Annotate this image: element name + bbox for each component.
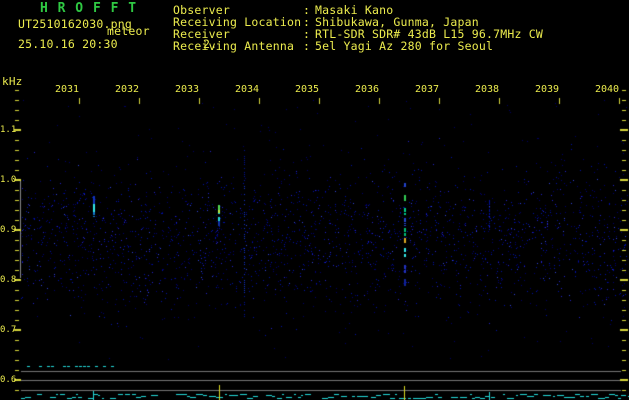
- freq-tick-0-7: 0.7: [0, 325, 17, 335]
- freq-tick-0-6: 0.6: [0, 375, 17, 385]
- app-title: H R O F F T: [40, 1, 138, 16]
- separator: :: [303, 39, 311, 53]
- freq-axis-unit: kHz: [2, 75, 23, 88]
- freq-tick-1-1: 1.1: [0, 125, 17, 135]
- time-tick-2035: 2035: [295, 84, 320, 95]
- antenna-value: 5el Yagi Az 280 for Seoul: [315, 39, 494, 53]
- mode-label: meteor: [107, 24, 150, 38]
- spectrogram-canvas: [0, 0, 629, 400]
- datetime-label: 25.10.16 20:30: [18, 37, 118, 51]
- time-tick-2037: 2037: [415, 84, 440, 95]
- station-row-antenna: Receiving Antenna:5el Yagi Az 280 for Se…: [173, 40, 493, 52]
- time-tick-2039: 2039: [535, 84, 560, 95]
- time-tick-2038: 2038: [475, 84, 500, 95]
- freq-tick-0-8: 0.8: [0, 275, 17, 285]
- freq-tick-1-0: 1.0: [0, 175, 17, 185]
- time-tick-2032: 2032: [115, 84, 140, 95]
- time-tick-2033: 2033: [175, 84, 200, 95]
- time-tick-2040: 2040: [595, 84, 620, 95]
- time-tick-2034: 2034: [235, 84, 260, 95]
- time-tick-2036: 2036: [355, 84, 380, 95]
- freq-tick-0-9: 0.9: [0, 225, 17, 235]
- hrofft-screen: H R O F F T UT2510162030.png meteor 25.1…: [0, 0, 629, 400]
- antenna-label: Receiving Antenna: [173, 39, 295, 53]
- time-tick-2031: 2031: [55, 84, 80, 95]
